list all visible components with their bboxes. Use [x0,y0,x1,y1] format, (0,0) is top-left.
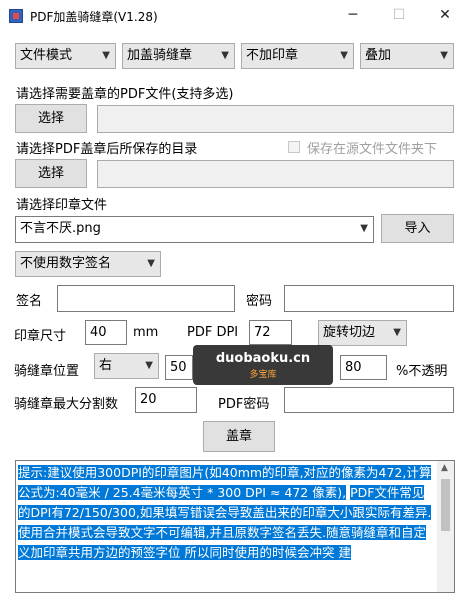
minimize-button[interactable]: ─ [330,0,376,31]
opacity-field[interactable]: 80 [340,355,387,380]
signature-password-value [285,290,289,305]
chevron-down-icon: ▼ [360,223,368,234]
stamp-type-value: 加盖骑缝章 [127,48,193,63]
scroll-up-icon[interactable]: ▲ [441,463,448,473]
position-side-value: 右 [99,358,113,373]
split-label: 骑缝章最大分割数 [14,397,119,412]
window-title: PDF加盖骑缝章(V1.28) [30,10,158,24]
split-field[interactable]: 20 [135,387,197,413]
print-mode-value: 不加印章 [246,48,299,63]
title-bar: PDF加盖骑缝章(V1.28) ─ ☐ ✕ [0,0,469,31]
chevron-down-icon: ▼ [102,50,110,61]
stamp-file-select[interactable]: 不言不厌.png ▼ [15,216,374,243]
stamp-size-unit: mm [133,325,159,340]
position-label: 骑缝章位置 [14,364,80,379]
watermark-main: duobaoku.cn [215,351,311,366]
pdf-dpi-field[interactable]: 72 [249,320,292,345]
watermark-overlay: duobaoku.cn 多宝库 [193,345,333,385]
save-dir-label: 请选择PDF盖章后所保存的目录 [16,142,198,157]
split-value: 20 [140,392,157,407]
position-offset-value: 50 [170,360,187,375]
chevron-down-icon: ▼ [393,327,401,338]
pdf-select-label: 请选择需要盖章的PDF文件(支持多选) [16,87,234,102]
stamp-size-field[interactable]: 40 [85,320,127,345]
pdf-dpi-value: 72 [254,325,271,340]
signature-password-field[interactable] [284,285,454,312]
log-line: 使用合并模式会导致文字不可编辑,并且原数字签名丢失.随意骑缝章和自定义加印章共用… [18,525,426,560]
log-textarea[interactable]: 提示:建议使用300DPI的印章图片(如40mm的印章,对应的像素为472,计算… [15,460,455,593]
mode-select-value: 文件模式 [20,48,73,63]
rotate-value: 旋转切边 [323,325,376,340]
save-dir-button[interactable]: 选择 [15,159,87,188]
chevron-down-icon: ▼ [440,50,448,61]
signature-name-label: 签名 [16,294,43,309]
save-in-source-label: 保存在源文件文件夹下 [307,142,438,157]
save-dir-field[interactable] [97,160,454,188]
mode-select[interactable]: 文件模式 ▼ [15,43,116,69]
chevron-down-icon: ▼ [221,50,229,61]
signature-mode-value: 不使用数字签名 [20,256,112,271]
stamp-file-value: 不言不厌.png [20,221,101,236]
print-mode-select[interactable]: 不加印章 ▼ [241,43,354,69]
pdf-password-label: PDF密码 [218,397,270,412]
chevron-down-icon: ▼ [340,50,348,61]
signature-name-value [58,290,62,305]
pdf-path-value [98,110,102,125]
signature-mode-select[interactable]: 不使用数字签名 ▼ [15,251,161,277]
save-dir-value [98,165,102,180]
stamp-size-label: 印章尺寸 [14,329,67,344]
close-button[interactable]: ✕ [422,0,468,31]
overlay-value: 叠加 [365,48,392,63]
stamp-type-select[interactable]: 加盖骑缝章 ▼ [122,43,235,69]
signature-password-label: 密码 [246,294,273,309]
stamp-size-value: 40 [90,325,107,340]
watermark-sub: 多宝库 [249,370,277,380]
maximize-button[interactable]: ☐ [376,0,422,31]
pdf-password-value [285,392,289,407]
save-in-source-checkbox[interactable] [288,141,300,153]
pdf-path-field[interactable] [97,105,454,133]
pdf-select-button[interactable]: 选择 [15,104,87,133]
chevron-down-icon: ▼ [145,360,153,371]
opacity-unit: %不透明 [396,364,448,379]
log-text: 提示:建议使用300DPI的印章图片(如40mm的印章,对应的像素为472,计算… [18,463,436,563]
position-side-select[interactable]: 右 ▼ [94,353,159,379]
position-offset-field[interactable]: 50 [165,355,193,380]
overlay-select[interactable]: 叠加 ▼ [360,43,454,69]
import-button[interactable]: 导入 [381,214,454,243]
stamp-file-label: 请选择印章文件 [16,198,108,213]
log-scrollbar[interactable]: ▲ [437,461,454,592]
app-icon [9,9,23,23]
signature-name-field[interactable] [57,285,235,312]
pdf-dpi-label: PDF DPI [187,325,239,340]
opacity-value: 80 [345,360,362,375]
scroll-thumb[interactable] [441,479,450,531]
rotate-select[interactable]: 旋转切边 ▼ [318,320,407,346]
pdf-password-field[interactable] [284,387,454,413]
chevron-down-icon: ▼ [147,258,155,269]
stamp-button[interactable]: 盖章 [203,421,275,452]
